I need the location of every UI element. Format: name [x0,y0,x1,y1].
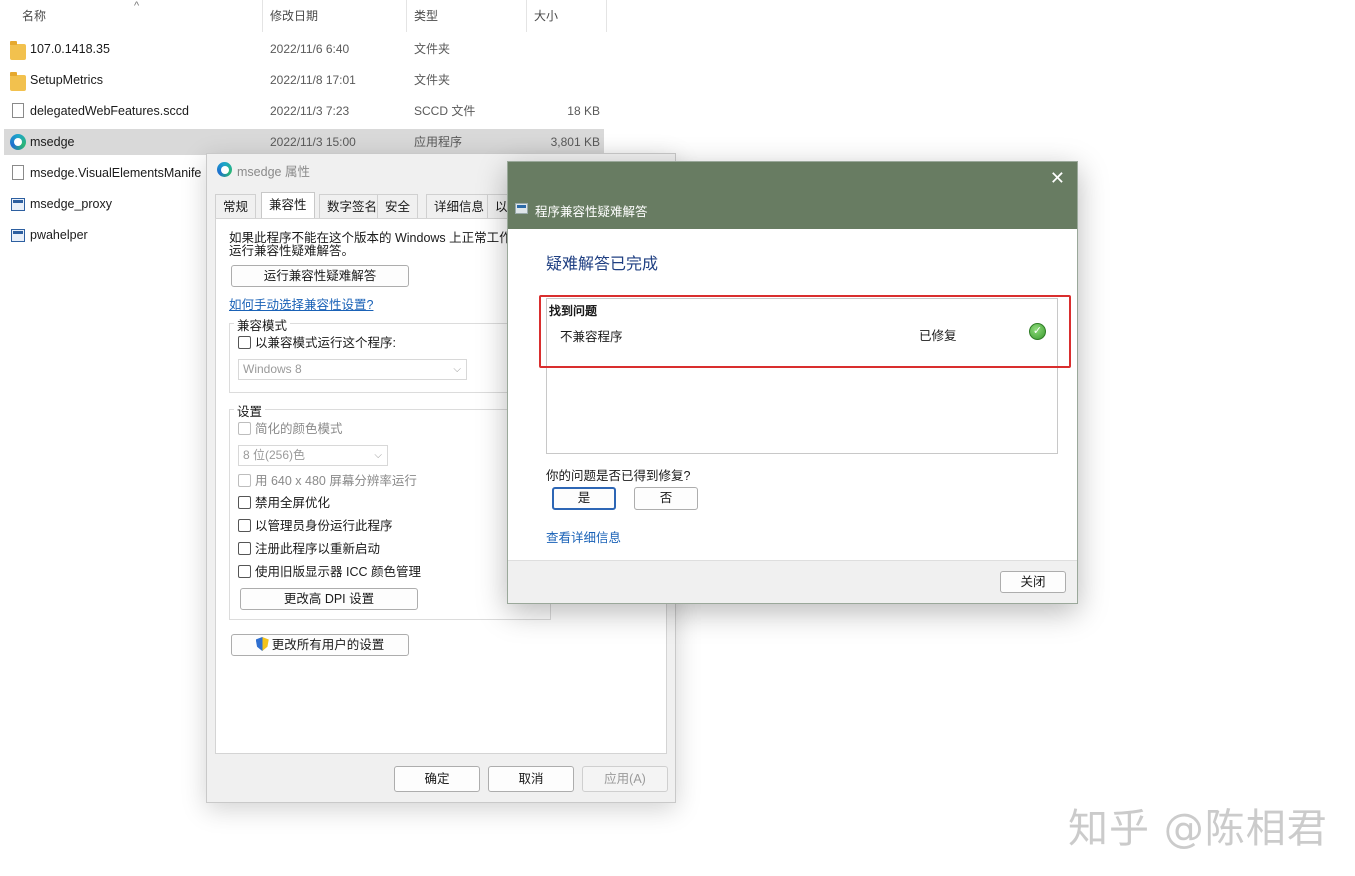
file-name: pwahelper [30,228,88,242]
checkbox[interactable] [238,519,251,532]
file-name: msedge [30,135,75,149]
document-icon [12,165,24,180]
dialog-title: 程序兼容性疑难解答 [535,205,648,219]
file-name: msedge_proxy [30,197,112,211]
file-row[interactable]: msedge.VisualElementsManife [4,160,206,186]
settings-label: 设置 [234,401,266,420]
folder-icon [10,72,26,91]
file-date: 2022/11/6 6:40 [270,42,350,56]
checkbox-label: 以管理员身份运行此程序 [255,519,393,533]
sort-ascending-icon: ^ [134,0,140,12]
file-size: 18 KB [567,104,600,118]
tab-security[interactable]: 安全 [377,194,419,218]
cancel-button[interactable]: 取消 [488,766,574,792]
dialog-title: msedge 属性 [237,165,310,179]
column-size-header[interactable]: 大小 [526,0,558,32]
tab-general[interactable]: 常规 [215,194,257,218]
file-type: 文件夹 [414,42,451,56]
checkbox[interactable] [238,496,251,509]
file-date: 2022/11/8 17:01 [270,73,356,87]
no-button[interactable]: 否 [634,487,698,510]
checkbox[interactable] [238,565,251,578]
high-dpi-button[interactable]: 更改高 DPI 设置 [240,588,418,610]
watermark: 知乎 @陈相君 [1068,806,1328,852]
reduced-color-checkbox[interactable]: 简化的颜色模式 [238,421,438,437]
file-row[interactable]: SetupMetrics 2022/11/8 17:01 文件夹 [4,67,604,93]
highlight-annotation [539,295,1071,368]
title-bar: ✕ 程序兼容性疑难解答 [508,162,1077,229]
yes-button[interactable]: 是 [552,487,616,510]
file-type: 文件夹 [414,73,451,87]
application-icon [11,198,25,211]
compat-mode-label: 兼容模式 [234,315,291,334]
column-type-header[interactable]: 类型 [406,0,438,32]
file-date: 2022/11/3 7:23 [270,104,350,118]
legacy-icc-checkbox[interactable]: 使用旧版显示器 ICC 颜色管理 [238,564,458,580]
column-divider[interactable] [606,0,607,32]
application-icon [11,229,25,242]
edge-icon [217,162,232,177]
checkbox-label: 用 640 x 480 屏幕分辨率运行 [255,474,417,488]
close-icon[interactable]: ✕ [1050,168,1065,189]
file-row[interactable]: delegatedWebFeatures.sccd 2022/11/3 7:23… [4,98,604,124]
checkbox-label: 使用旧版显示器 ICC 颜色管理 [255,565,421,579]
manual-settings-link[interactable]: 如何手动选择兼容性设置? [229,294,373,313]
select-value: 8 位(256)色 [243,448,306,462]
checkbox-label: 禁用全屏优化 [255,496,331,510]
file-list-header: 名称 ^ 修改日期 类型 大小 [0,0,610,32]
color-depth-select[interactable]: 8 位(256)色 ⌵ [238,445,388,466]
file-name: SetupMetrics [30,73,103,87]
checkbox-label: 以兼容模式运行这个程序: [255,336,396,350]
apply-button[interactable]: 应用(A) [582,766,668,792]
file-name: msedge.VisualElementsManife [30,166,202,180]
button-label: 更改所有用户的设置 [271,638,385,652]
checkbox[interactable] [238,474,251,487]
os-version-select[interactable]: Windows 8 ⌵ [238,359,467,380]
document-icon [12,103,24,118]
checkbox[interactable] [238,542,251,555]
run-as-admin-checkbox[interactable]: 以管理员身份运行此程序 [238,518,438,534]
file-row-selected[interactable]: msedge 2022/11/3 15:00 应用程序 3,801 KB [4,129,604,155]
register-restart-checkbox[interactable]: 注册此程序以重新启动 [238,541,438,557]
checkbox-label: 注册此程序以重新启动 [255,542,381,556]
tab-digital-signatures[interactable]: 数字签名 [319,194,386,218]
file-row[interactable]: 107.0.1418.35 2022/11/6 6:40 文件夹 [4,36,604,62]
view-details-link[interactable]: 查看详细信息 [546,527,621,546]
tab-strip: 常规 兼容性 数字签名 安全 详细信息 以前 [215,192,516,238]
folder-icon [10,41,26,60]
checkbox[interactable] [238,336,251,349]
file-size: 3,801 KB [550,135,600,149]
edge-icon [10,134,26,150]
disable-fullscreen-checkbox[interactable]: 禁用全屏优化 [238,495,438,511]
select-value: Windows 8 [243,362,302,376]
file-row[interactable]: msedge_proxy [4,191,206,217]
column-name-header[interactable]: 名称 [14,0,46,32]
checkbox[interactable] [238,422,251,435]
intro-text: 运行兼容性疑难解答。 [229,244,355,258]
column-date-header[interactable]: 修改日期 [262,0,318,32]
change-all-users-button[interactable]: 更改所有用户的设置 [231,634,409,656]
fixed-question: 你的问题是否已得到修复? [546,469,691,483]
chevron-down-icon: ⌵ [453,364,461,375]
troubleshooter-dialog: ✕ 程序兼容性疑难解答 疑难解答已完成 找到问题 不兼容程序 已修复 ✓ 你的问… [507,161,1078,604]
run-troubleshooter-button[interactable]: 运行兼容性疑难解答 [231,265,409,287]
res-640-checkbox[interactable]: 用 640 x 480 屏幕分辨率运行 [238,473,438,489]
ok-button[interactable]: 确定 [394,766,480,792]
close-button[interactable]: 关闭 [1000,571,1066,593]
shield-icon [255,637,269,651]
file-name: delegatedWebFeatures.sccd [30,104,189,118]
troubleshooter-icon [515,203,528,214]
compat-mode-checkbox[interactable]: 以兼容模式运行这个程序: [238,335,438,351]
chevron-down-icon: ⌵ [374,450,382,461]
checkbox-label: 简化的颜色模式 [255,422,343,436]
file-date: 2022/11/3 15:00 [270,135,356,149]
file-row[interactable]: pwahelper [4,222,206,248]
dialog-footer: 关闭 [508,560,1077,603]
tab-details[interactable]: 详细信息 [426,194,493,218]
file-name: 107.0.1418.35 [30,42,110,56]
file-type: SCCD 文件 [414,104,476,118]
completion-heading: 疑难解答已完成 [546,256,659,273]
file-type: 应用程序 [414,135,463,149]
tab-compatibility[interactable]: 兼容性 [261,192,315,218]
